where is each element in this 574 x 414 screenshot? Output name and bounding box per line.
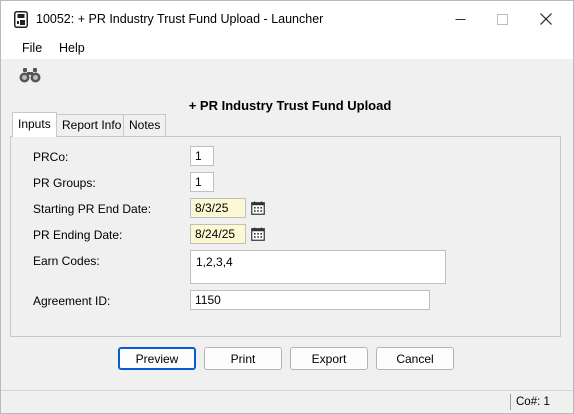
earn-codes-label: Earn Codes: — [33, 254, 100, 268]
starting-pr-end-date-label: Starting PR End Date: — [33, 202, 152, 216]
menu-bar: File Help — [1, 37, 573, 59]
preview-button[interactable]: Preview — [118, 347, 196, 370]
document-app-icon — [14, 11, 28, 28]
pr-ending-date-label: PR Ending Date: — [33, 228, 123, 242]
maximize-button[interactable] — [479, 1, 525, 37]
window-title: 10052: + PR Industry Trust Fund Upload -… — [36, 12, 324, 26]
tab-inputs[interactable]: Inputs — [12, 112, 57, 137]
status-separator — [510, 394, 511, 410]
menu-help[interactable]: Help — [59, 41, 85, 55]
launcher-window: 10052: + PR Industry Trust Fund Upload -… — [0, 0, 574, 414]
close-button[interactable] — [523, 1, 569, 37]
pr-groups-input[interactable]: 1 — [190, 172, 214, 192]
minimize-button[interactable] — [437, 1, 483, 37]
menu-file[interactable]: File — [22, 41, 42, 55]
earn-codes-input[interactable]: 1,2,3,4 — [190, 250, 446, 284]
inputs-tab-panel: PRCo: 1 PR Groups: 1 Starting PR End Dat… — [10, 136, 561, 337]
prco-input[interactable]: 1 — [190, 146, 214, 166]
title-bar[interactable]: 10052: + PR Industry Trust Fund Upload -… — [1, 1, 573, 37]
ending-date-calendar-button[interactable] — [248, 224, 268, 244]
close-icon — [540, 13, 552, 25]
company-status: Co#: 1 — [516, 396, 550, 408]
pr-groups-label: PR Groups: — [33, 176, 96, 190]
agreement-id-label: Agreement ID: — [33, 294, 111, 308]
tab-notes[interactable]: Notes — [123, 114, 167, 136]
agreement-id-input[interactable]: 1150 — [190, 290, 430, 310]
pr-ending-date-input[interactable]: 8/24/25 — [190, 224, 246, 244]
minimize-icon — [455, 18, 465, 20]
starting-pr-end-date-input[interactable]: 8/3/25 — [190, 198, 246, 218]
calendar-icon — [251, 227, 265, 241]
prco-label: PRCo: — [33, 150, 69, 164]
status-bar: Co#: 1 — [1, 390, 573, 413]
starting-date-calendar-button[interactable] — [248, 198, 268, 218]
toolbar — [1, 59, 573, 91]
tab-report-info[interactable]: Report Info — [56, 114, 128, 136]
form-title: + PR Industry Trust Fund Upload — [188, 98, 392, 113]
calendar-icon — [251, 201, 265, 215]
maximize-icon — [496, 13, 508, 25]
print-button[interactable]: Print — [204, 347, 282, 370]
cancel-button[interactable]: Cancel — [376, 347, 454, 370]
binoculars-icon[interactable] — [19, 67, 41, 83]
export-button[interactable]: Export — [290, 347, 368, 370]
